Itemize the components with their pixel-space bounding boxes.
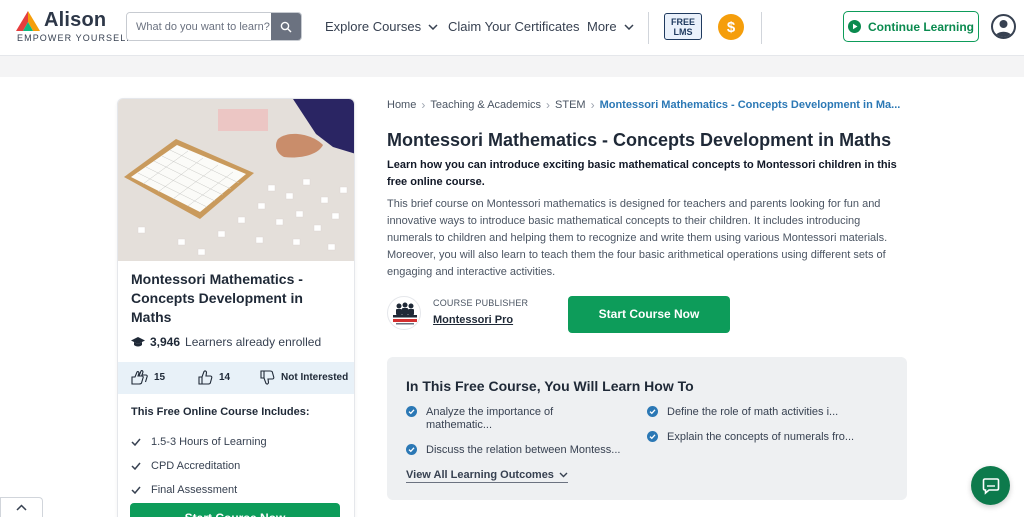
list-item: Final Assessment — [131, 478, 267, 502]
free-lms-line1: FREE — [670, 17, 695, 27]
breadcrumb-separator-icon: › — [546, 98, 551, 112]
chat-button[interactable] — [971, 466, 1010, 505]
chevron-down-icon — [624, 23, 634, 30]
publisher-logo[interactable] — [387, 296, 421, 330]
breadcrumb-stem[interactable]: STEM — [555, 99, 586, 111]
includes-heading: This Free Online Course Includes: — [131, 406, 310, 418]
nav-claim-certificates[interactable]: Claim Your Certificates — [448, 19, 580, 34]
outcome-text: Explain the concepts of numerals fro... — [667, 431, 855, 443]
reaction-bar: 15 14 Not Interested — [118, 362, 354, 394]
coin-symbol: $ — [726, 18, 736, 36]
header-divider — [648, 12, 649, 44]
outcome-text: Define the role of math activities i... — [667, 406, 839, 418]
logo-tagline: EMPOWER YOURSELF — [17, 33, 133, 43]
clap-reaction[interactable]: 15 — [130, 370, 165, 385]
breadcrumb-home[interactable]: Home — [387, 99, 416, 111]
check-circle-icon — [406, 406, 417, 417]
header-spacer — [0, 57, 1024, 77]
learning-outcomes-heading: In This Free Course, You Will Learn How … — [406, 378, 694, 394]
nav-explore-label: Explore Courses — [325, 19, 422, 34]
list-item: 1.5-3 Hours of Learning — [131, 430, 267, 454]
breadcrumb-teaching[interactable]: Teaching & Academics — [430, 99, 541, 111]
outcome-item: Define the role of math activities i... — [647, 406, 867, 419]
outcome-text: Analyze the importance of mathematic... — [426, 406, 554, 431]
site-header: Alison EMPOWER YOURSELF Explore Courses … — [0, 0, 1024, 56]
breadcrumb: Home › Teaching & Academics › STEM › Mon… — [387, 98, 900, 112]
course-lead: Learn how you can introduce exciting bas… — [387, 159, 897, 188]
course-description: This brief course on Montessori mathemat… — [387, 198, 888, 278]
publisher-name-link[interactable]: Montessori Pro — [433, 314, 513, 326]
alison-logo-mark — [16, 11, 40, 31]
breadcrumb-separator-icon: › — [421, 98, 426, 112]
card-course-title[interactable]: Montessori Mathematics - Concepts Develo… — [131, 270, 343, 327]
thumbs-up-reaction[interactable]: 14 — [198, 370, 230, 385]
check-icon — [131, 486, 141, 494]
includes-list: 1.5-3 Hours of Learning CPD Accreditatio… — [131, 430, 267, 502]
clap-count: 15 — [154, 372, 166, 383]
view-all-outcomes-link[interactable]: View All Learning Outcomes — [406, 469, 568, 483]
include-item-label: CPD Accreditation — [151, 460, 241, 472]
learning-outcomes-panel: In This Free Course, You Will Learn How … — [387, 357, 907, 500]
scroll-up-tab[interactable] — [0, 497, 43, 517]
check-icon — [131, 462, 141, 470]
chevron-down-icon — [428, 23, 438, 30]
avatar-silhouette — [995, 20, 1012, 37]
course-image-art — [118, 99, 354, 261]
outcome-text: Discuss the relation between Montess... — [426, 444, 621, 456]
continue-learning-label: Continue Learning — [868, 19, 974, 34]
nav-certificates-label: Claim Your Certificates — [448, 19, 580, 34]
play-circle-icon — [848, 20, 861, 33]
check-circle-icon — [647, 406, 658, 417]
user-avatar-icon[interactable] — [991, 14, 1016, 39]
thumbs-up-icon — [198, 370, 213, 385]
continue-learning-button[interactable]: Continue Learning — [843, 11, 979, 42]
free-lms-line2: LMS — [673, 27, 693, 37]
search-icon — [280, 21, 292, 32]
view-all-label: View All Learning Outcomes — [406, 469, 554, 481]
alison-logo[interactable]: Alison EMPOWER YOURSELF — [16, 9, 132, 45]
include-item-label: Final Assessment — [151, 484, 238, 496]
outcome-item: Analyze the importance of mathematic... — [406, 406, 576, 432]
breadcrumb-separator-icon: › — [590, 98, 595, 112]
nav-more[interactable]: More — [587, 19, 634, 34]
chevron-down-icon — [559, 472, 568, 478]
include-item-label: 1.5-3 Hours of Learning — [151, 436, 267, 448]
nav-explore-courses[interactable]: Explore Courses — [325, 19, 438, 34]
not-interested-reaction[interactable]: Not Interested — [260, 370, 348, 385]
check-circle-icon — [647, 431, 658, 442]
course-image — [118, 99, 354, 261]
course-card: Montessori Mathematics - Concepts Develo… — [117, 98, 355, 517]
search-input[interactable] — [127, 13, 273, 40]
thumbs-up-count: 14 — [219, 372, 231, 383]
outcome-item: Discuss the relation between Montess... — [406, 444, 636, 457]
chevron-up-icon — [16, 504, 27, 511]
coin-icon[interactable]: $ — [718, 14, 744, 40]
nav-more-label: More — [587, 19, 617, 34]
list-item: CPD Accreditation — [131, 454, 267, 478]
start-course-button[interactable]: Start Course Now — [568, 296, 730, 333]
learners-text: Learners already enrolled — [185, 335, 322, 349]
check-circle-icon — [406, 444, 417, 455]
logo-wordmark: Alison — [44, 9, 107, 31]
graduation-cap-icon — [131, 336, 145, 346]
check-icon — [131, 438, 141, 446]
not-interested-label: Not Interested — [281, 372, 349, 383]
publisher-label: COURSE PUBLISHER — [433, 298, 529, 308]
free-lms-badge[interactable]: FREE LMS — [664, 13, 702, 40]
clap-icon — [131, 370, 148, 385]
chat-icon — [982, 477, 999, 495]
page-title: Montessori Mathematics - Concepts Develo… — [387, 130, 892, 150]
learners-count: 3,946 — [150, 335, 181, 349]
search-box — [126, 12, 302, 41]
learners-enrolled: 3,946 Learners already enrolled — [131, 335, 321, 349]
breadcrumb-current[interactable]: Montessori Mathematics - Concepts Develo… — [600, 99, 901, 111]
header-divider — [761, 12, 762, 44]
outcome-item: Explain the concepts of numerals fro... — [647, 431, 877, 444]
thumbs-down-icon — [260, 370, 275, 385]
card-start-course-button[interactable]: Start Course Now — [130, 503, 340, 517]
search-button[interactable] — [271, 13, 301, 40]
